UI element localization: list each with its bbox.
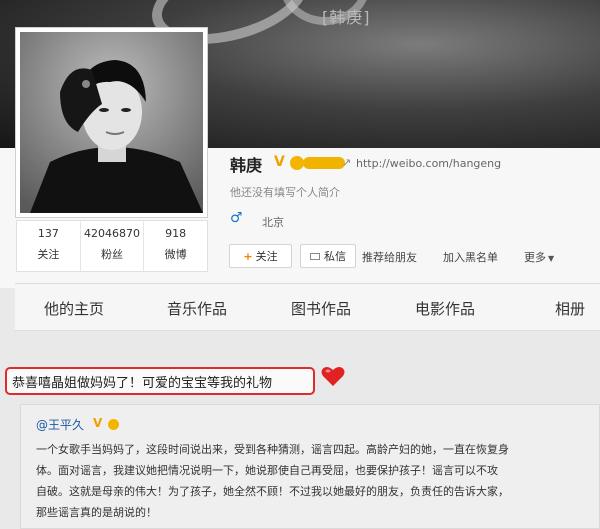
verified-badge[interactable]: V — [274, 154, 285, 170]
stat-value: 137 — [37, 227, 59, 240]
chevron-down-icon: ▼ — [548, 254, 555, 263]
stat-posts[interactable]: 918 微博 — [144, 221, 207, 271]
quoted-text-line: 那些谣言真的是胡说的！ — [36, 506, 157, 519]
verified-badge[interactable]: V — [93, 416, 102, 430]
stat-value: 42046870 — [84, 227, 140, 240]
male-icon: ♂ — [230, 210, 243, 226]
profile-location: 北京 — [262, 216, 284, 229]
quoted-text-line: 自破。这就是母亲的伟大！为了孩子，她全然不顾！不过我以她最好的朋友，负责任的告诉… — [36, 485, 509, 498]
stat-label: 关注 — [37, 248, 60, 261]
stat-label: 粉丝 — [101, 248, 123, 261]
tab-album[interactable]: 相册 — [555, 298, 585, 319]
post-text: 恭喜嘻晶姐做妈妈了！可爱的宝宝等我的礼物 — [12, 376, 273, 391]
stat-label: 微博 — [164, 248, 187, 261]
follow-button[interactable]: + 关注 — [229, 244, 292, 268]
link-icon: ↗ — [342, 156, 352, 169]
quoted-author[interactable]: @王平久 — [36, 416, 84, 433]
avatar-photo — [20, 32, 203, 213]
banner-tag: [韩庚] — [322, 8, 371, 27]
stat-following[interactable]: 137 关注 — [17, 221, 81, 271]
profile-intro: 他还没有填写个人简介 — [230, 186, 340, 199]
message-label: 私信 — [324, 250, 346, 263]
message-button[interactable]: 私信 — [300, 244, 356, 268]
more-menu[interactable]: 更多 ▼ — [524, 249, 554, 265]
recommend-link[interactable]: 推荐给朋友 — [362, 249, 417, 265]
more-label: 更多 — [524, 251, 546, 264]
tab-movies[interactable]: 电影作品 — [415, 298, 475, 319]
avatar[interactable] — [15, 27, 208, 218]
profile-url[interactable]: http://weibo.com/hangeng — [356, 157, 501, 170]
stat-followers[interactable]: 42046870 粉丝 — [81, 221, 145, 271]
profile-nav: 他的主页 音乐作品 图书作品 电影作品 相册 — [15, 283, 600, 331]
plus-icon: + — [243, 249, 253, 263]
tab-home[interactable]: 他的主页 — [44, 298, 104, 319]
member-level-badge[interactable] — [303, 157, 345, 169]
flower-icon[interactable] — [108, 419, 119, 430]
mail-icon — [310, 252, 320, 260]
quoted-text-line: 体。面对谣言，我建议她把情况说明一下，她说那使自己再受屈，也要保护孩子！谣言可以… — [36, 464, 498, 477]
stat-value: 918 — [165, 227, 187, 240]
quoted-text-line: 一个女歌手当妈妈了，这段时间说出来，受到各种猜测，谣言四起。高龄产妇的她，一直在… — [36, 443, 509, 456]
tab-books[interactable]: 图书作品 — [291, 298, 351, 319]
profile-stats: 137 关注 42046870 粉丝 918 微博 — [16, 220, 208, 272]
tab-music[interactable]: 音乐作品 — [167, 298, 227, 319]
follow-label: 关注 — [255, 250, 278, 263]
profile-name: 韩庚 — [230, 156, 263, 175]
blacklist-link[interactable]: 加入黑名单 — [443, 249, 498, 265]
flower-icon[interactable] — [290, 156, 304, 170]
heart-icon — [321, 367, 345, 386]
